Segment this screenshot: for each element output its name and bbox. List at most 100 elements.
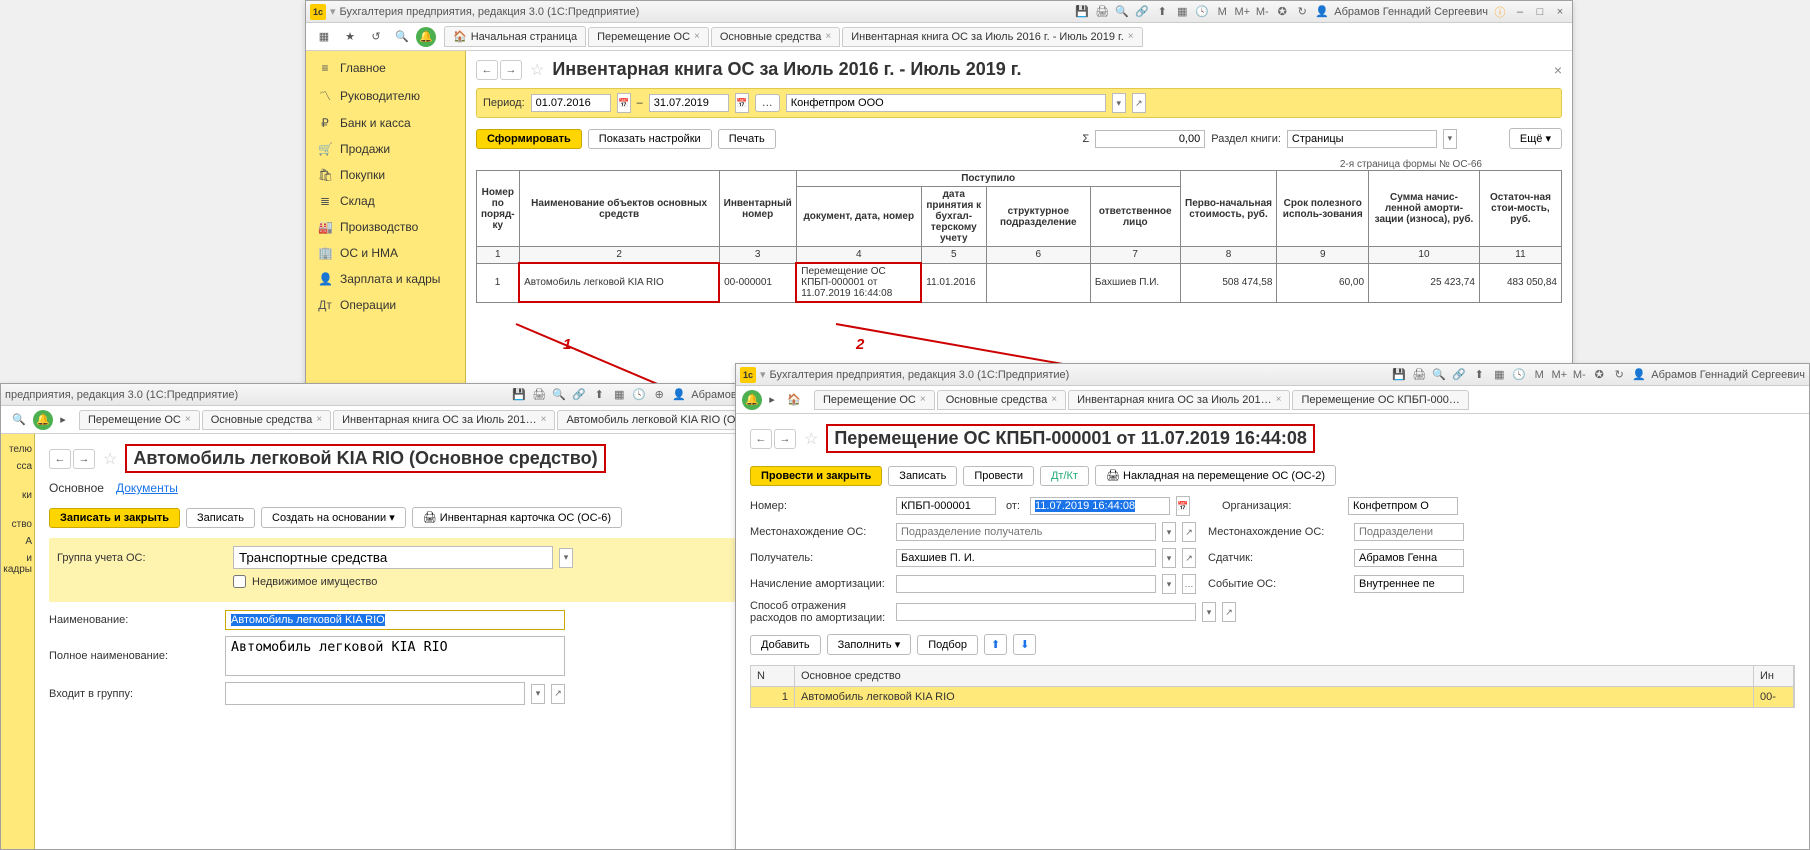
cell-resp[interactable]: Бахшиев П.И. (1090, 263, 1180, 302)
sidebar-item-purchases[interactable]: 🛍Покупки (306, 162, 465, 188)
open-icon[interactable]: ↗ (1222, 602, 1236, 622)
save-icon[interactable]: 💾 (1391, 367, 1407, 383)
forward-button[interactable]: → (774, 429, 796, 449)
date-to-input[interactable] (649, 94, 729, 112)
tab-close-icon[interactable]: × (1276, 394, 1282, 405)
dropdown-icon[interactable]: ▾ (559, 548, 573, 568)
move-down-button[interactable]: ⬇ (1013, 634, 1036, 655)
search2-icon[interactable]: 🔍 (7, 409, 31, 431)
sidebar-item-ops[interactable]: ДтОперации (306, 292, 465, 318)
bell-icon[interactable]: 🔔 (742, 390, 762, 410)
history-icon[interactable]: ↺ (364, 26, 388, 48)
sidebar-item-stock[interactable]: ≣Склад (306, 188, 465, 214)
forward-button[interactable]: → (73, 449, 95, 469)
create-based-button[interactable]: Создать на основании ▾ (261, 507, 406, 528)
back-button[interactable]: ← (476, 60, 498, 80)
tab-close-icon[interactable]: × (185, 414, 191, 425)
loc2-input[interactable] (1354, 523, 1464, 541)
search-icon[interactable]: 🔍 (551, 387, 567, 403)
calendar-icon[interactable]: 📅 (735, 93, 749, 113)
tab-doc-w3[interactable]: Перемещение ОС КПБП-000… (1292, 390, 1468, 410)
tab-close-icon[interactable]: × (825, 31, 831, 42)
open-icon[interactable]: ↗ (1182, 548, 1196, 568)
cell-rest[interactable]: 483 050,84 (1479, 263, 1561, 302)
star-icon[interactable]: ☆ (530, 60, 544, 80)
settings-button[interactable]: Показать настройки (588, 129, 712, 149)
link-icon[interactable]: 🔗 (1134, 4, 1150, 20)
tab-close-icon[interactable]: × (1051, 394, 1057, 405)
sidebar-item-production[interactable]: 🏭Производство (306, 214, 465, 240)
dropdown-icon[interactable]: ▾ (531, 684, 545, 704)
more-button[interactable]: Ещё ▾ (1509, 128, 1562, 149)
print-button[interactable]: Печать (718, 129, 776, 149)
link-icon[interactable]: 🔗 (571, 387, 587, 403)
cell-doc[interactable]: Перемещение ОС КПБП-000001 от 11.07.2019… (796, 263, 921, 302)
tab-close-icon[interactable]: × (694, 31, 700, 42)
dropdown-icon[interactable]: ▾ (330, 5, 336, 18)
name-input[interactable]: Автомобиль легковой KIA RIO (225, 610, 565, 630)
open-icon[interactable]: ↗ (551, 684, 565, 704)
close-icon[interactable]: × (1552, 4, 1568, 20)
save-button[interactable]: Записать (888, 466, 957, 486)
table-icon[interactable]: ▦ (1491, 367, 1507, 383)
apps-icon[interactable]: ▦ (312, 26, 336, 48)
star-icon[interactable]: ☆ (103, 449, 117, 469)
tab-close-icon[interactable]: × (920, 394, 926, 405)
open-icon[interactable]: ↗ (1182, 522, 1196, 542)
back-button[interactable]: ← (49, 449, 71, 469)
cell-name[interactable]: Автомобиль легковой KIA RIO (519, 263, 719, 302)
sum-input[interactable] (1095, 130, 1205, 148)
tab-assets[interactable]: Основные средства× (711, 27, 840, 47)
tab-close-icon[interactable]: × (316, 414, 322, 425)
clock-icon[interactable]: 🕓 (631, 387, 647, 403)
upload-icon[interactable]: ⬆ (1154, 4, 1170, 20)
info-icon[interactable]: ⓘ (1492, 4, 1508, 20)
period-button[interactable]: … (755, 94, 780, 112)
sidebar-item-hr[interactable]: 👤Зарплата и кадры (306, 266, 465, 292)
tab-move[interactable]: Перемещение ОС× (588, 27, 709, 47)
tab-book[interactable]: Инвентарная книга ОС за Июль 2016 г. - И… (842, 27, 1142, 47)
dropdown-icon[interactable]: ▾ (1162, 548, 1176, 568)
post-close-button[interactable]: Провести и закрыть (750, 466, 882, 486)
sidebar-item-main[interactable]: ≡Главное (306, 55, 465, 81)
save-icon[interactable]: 💾 (1074, 4, 1090, 20)
upload-icon[interactable]: ⬆ (1471, 367, 1487, 383)
clock-icon[interactable]: 🕓 (1511, 367, 1527, 383)
upload-icon[interactable]: ⬆ (591, 387, 607, 403)
favorite-icon[interactable]: ★ (338, 26, 362, 48)
m-minus-icon[interactable]: M- (1254, 4, 1270, 20)
cell-num[interactable]: 1 (477, 263, 520, 302)
dropdown-icon[interactable]: ▾ (1443, 129, 1457, 149)
tab-book-w2[interactable]: Инвентарная книга ОС за Июль 201…× (333, 410, 555, 430)
ingroup-input[interactable] (225, 682, 525, 705)
save-icon[interactable]: 💾 (511, 387, 527, 403)
dropdown-icon[interactable]: ▾ (1202, 602, 1216, 622)
fill-button[interactable]: Заполнить ▾ (827, 634, 912, 655)
star-icon[interactable]: ✪ (1274, 4, 1290, 20)
method-input[interactable] (896, 603, 1196, 621)
calendar-icon[interactable]: 📅 (617, 93, 631, 113)
realty-checkbox[interactable] (233, 575, 246, 588)
org-input[interactable] (786, 94, 1106, 112)
print-icon[interactable]: 🖨 (1411, 367, 1427, 383)
refresh-icon[interactable]: ↻ (1611, 367, 1627, 383)
search-icon[interactable]: 🔍 (1114, 4, 1130, 20)
cell-cost[interactable]: 508 474,58 (1180, 263, 1277, 302)
date-input[interactable]: 11.07.2019 16:44:08 (1030, 497, 1170, 515)
print-icon[interactable]: 🖨 (531, 387, 547, 403)
back-button[interactable]: ← (750, 429, 772, 449)
dropdown-icon[interactable]: ▾ (760, 368, 766, 381)
cell-amort[interactable]: 25 423,74 (1369, 263, 1480, 302)
m-minus-icon[interactable]: M- (1571, 367, 1587, 383)
group-input[interactable] (233, 546, 553, 569)
ellipsis-icon[interactable]: … (1182, 574, 1196, 594)
tab-close-icon[interactable]: × (1128, 31, 1134, 42)
pick-button[interactable]: Подбор (917, 635, 978, 655)
inventory-card-button[interactable]: 🖨 Инвентарная карточка ОС (ОС-6) (412, 507, 622, 528)
calendar-icon[interactable]: 📅 (1176, 496, 1190, 516)
subtab-main[interactable]: Основное (49, 481, 104, 495)
org-input[interactable] (1348, 497, 1458, 515)
sender-input[interactable] (1354, 549, 1464, 567)
tab-assets-w3[interactable]: Основные средства× (937, 390, 1066, 410)
link-icon[interactable]: 🔗 (1451, 367, 1467, 383)
